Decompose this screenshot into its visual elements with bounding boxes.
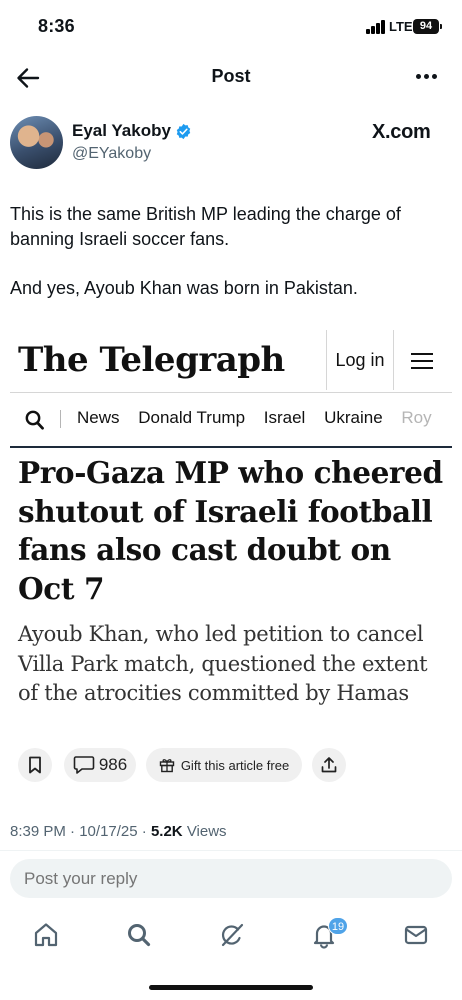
article-headline: Pro-Gaza MP who cheered shutout of Israe…	[18, 455, 443, 606]
post-header: Post	[0, 56, 462, 100]
nav-search[interactable]	[124, 920, 154, 950]
page-title: Post	[211, 66, 251, 86]
home-indicator	[149, 985, 313, 990]
article-screenshot[interactable]: The Telegraph Log in News Donald Trump I…	[10, 330, 452, 788]
post-meta: 8:39 PM · 10/17/25 · 5.2K Views	[10, 823, 227, 840]
verified-badge-icon	[176, 123, 191, 140]
telegraph-logo: The Telegraph	[18, 340, 285, 380]
nav-home[interactable]	[31, 920, 61, 950]
views-label: Views	[186, 823, 227, 840]
tweet-paragraph: This is the same British MP leading the …	[10, 204, 401, 249]
article-nav-item: Israel	[263, 408, 306, 427]
article-nav-item: Donald Trump	[138, 408, 246, 427]
nav-separator	[60, 410, 61, 428]
bottom-nav	[0, 912, 462, 962]
hamburger-menu-icon	[408, 350, 438, 372]
status-bar: 8:36 LTE 94	[0, 0, 462, 54]
comment-count: 986	[98, 755, 128, 774]
article-login: Log in	[326, 330, 394, 390]
author-name[interactable]: Eyal Yakoby	[72, 121, 171, 141]
search-icon	[25, 410, 44, 430]
nav-messages[interactable]	[401, 920, 431, 950]
more-options-button[interactable]	[412, 74, 440, 82]
signal-icon	[366, 20, 386, 34]
home-icon	[34, 923, 58, 947]
source-label: X.com	[372, 121, 431, 143]
comment-icon	[73, 756, 95, 774]
status-time: 8:36	[38, 16, 75, 36]
tweet-text: This is the same British MP leading the …	[10, 202, 452, 325]
article-subheadline: Ayoub Khan, who led petition to cancel V…	[18, 622, 428, 705]
divider	[0, 850, 462, 851]
article-nav-item: Ukraine	[324, 408, 383, 427]
article-nav-item: News	[77, 408, 120, 427]
article-nav: News Donald Trump Israel Ukraine Roy	[10, 392, 452, 448]
tweet-paragraph: And yes, Ayoub Khan was born in Pakistan…	[10, 277, 358, 298]
nav-grok[interactable]	[217, 920, 247, 950]
notification-badge: 19	[328, 917, 348, 935]
post-time[interactable]: 8:39 PM	[10, 823, 66, 840]
network-label: LTE	[389, 19, 413, 34]
article-bookmark-pill	[18, 748, 52, 782]
search-icon	[128, 924, 151, 947]
reply-input[interactable]	[10, 859, 452, 898]
share-icon	[321, 757, 337, 773]
article-share-pill	[312, 748, 346, 782]
battery-cap	[440, 24, 442, 29]
article-gift-pill: Gift this article free	[146, 748, 302, 782]
battery-icon: 94	[413, 19, 439, 34]
article-nav-item: Roy	[401, 408, 432, 427]
views-count: 5.2K	[150, 823, 183, 840]
author-avatar[interactable]	[10, 116, 63, 169]
mail-icon	[404, 925, 428, 945]
post-date[interactable]: 10/17/25	[79, 823, 137, 840]
author-handle[interactable]: @EYakoby	[72, 145, 151, 163]
gift-icon	[159, 759, 175, 773]
gift-label: Gift this article free	[180, 757, 290, 773]
bookmark-icon	[29, 756, 41, 774]
article-actions: 986 Gift this article free	[18, 748, 450, 782]
article-comments-pill: 986	[64, 748, 136, 782]
article-nav-items: News Donald Trump Israel Ukraine Roy	[77, 408, 447, 428]
grok-icon	[221, 923, 244, 947]
